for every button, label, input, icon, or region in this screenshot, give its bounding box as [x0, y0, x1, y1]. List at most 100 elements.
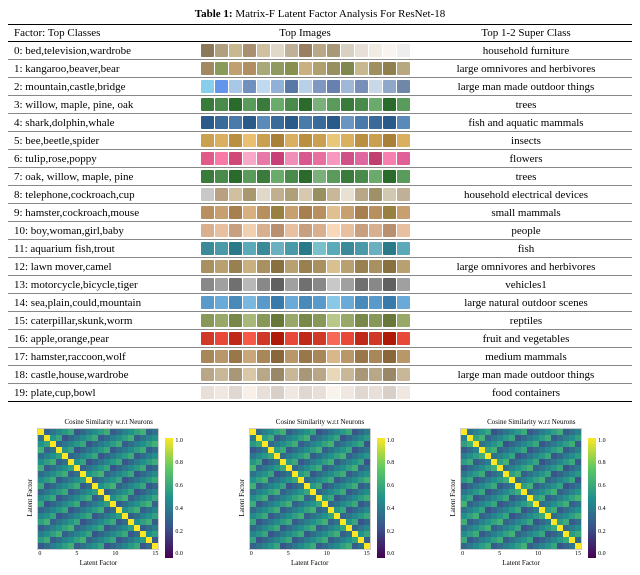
table-row: 6: tulip,rose,poppyflowers — [8, 150, 632, 168]
thumbnail-icon — [299, 242, 312, 255]
thumbnail-icon — [257, 224, 270, 237]
thumbnail-icon — [341, 116, 354, 129]
thumbnail-icon — [229, 62, 242, 75]
colorbar-labels: 1.00.80.60.40.20.0 — [175, 438, 183, 558]
thumbnail-icon — [229, 98, 242, 111]
thumbnail-icon — [201, 170, 214, 183]
heatmap-chart: Cosine Similarity w.r.t NeuronsLatent Fa… — [449, 418, 614, 567]
chart-title: Cosine Similarity w.r.t Neurons — [64, 418, 152, 426]
table-row: 12: lawn mover,camellarge omnivores and … — [8, 258, 632, 276]
thumbnail-icon — [257, 206, 270, 219]
thumbnail-icon — [327, 98, 340, 111]
thumbnail-icon — [271, 314, 284, 327]
thumbnail-icon — [397, 134, 410, 147]
cell-top-images — [190, 42, 420, 60]
cell-super-class: insects — [420, 132, 632, 150]
thumbnail-icon — [285, 350, 298, 363]
heatmap-row: Cosine Similarity w.r.t Neurons Latent Fa… — [8, 418, 632, 567]
thumbnail-icon — [369, 44, 382, 57]
thumbnail-icon — [327, 188, 340, 201]
thumbnail-icon — [257, 62, 270, 75]
colorbar-labels: 1.00.80.60.40.20.0 — [598, 438, 606, 558]
thumbnail-icon — [229, 314, 242, 327]
thumbnail-icon — [327, 224, 340, 237]
thumbnail-icon — [341, 44, 354, 57]
thumbnail-icon — [397, 350, 410, 363]
cell-top-images — [190, 240, 420, 258]
thumbnail-icon — [243, 188, 256, 201]
thumbnail-strip — [196, 386, 414, 399]
thumbnail-icon — [201, 116, 214, 129]
thumbnail-icon — [243, 332, 256, 345]
heatmap-chart: Cosine Similarity w.r.t NeuronsLatent Fa… — [238, 418, 403, 567]
thumbnail-icon — [369, 80, 382, 93]
thumbnail-icon — [313, 62, 326, 75]
table-row: 13: motorcycle,bicycle,tigervehicles1 — [8, 276, 632, 294]
cell-top-images — [190, 384, 420, 402]
chart-xlabel: Latent Factor — [502, 559, 540, 567]
thumbnail-icon — [383, 134, 396, 147]
thumbnail-icon — [285, 80, 298, 93]
thumbnail-icon — [341, 80, 354, 93]
thumbnail-icon — [201, 224, 214, 237]
thumbnail-icon — [369, 224, 382, 237]
thumbnail-icon — [355, 98, 368, 111]
thumbnail-icon — [229, 116, 242, 129]
colorbar — [588, 438, 596, 558]
thumbnail-icon — [285, 314, 298, 327]
thumbnail-icon — [383, 368, 396, 381]
thumbnail-icon — [299, 296, 312, 309]
thumbnail-icon — [397, 242, 410, 255]
thumbnail-icon — [313, 224, 326, 237]
table-row: 8: telephone,cockroach,cuphousehold elec… — [8, 186, 632, 204]
thumbnail-icon — [243, 170, 256, 183]
cell-factor: 19: plate,cup,bowl — [8, 384, 190, 402]
thumbnail-icon — [341, 152, 354, 165]
thumbnail-icon — [215, 332, 228, 345]
thumbnail-icon — [355, 170, 368, 183]
header-super: Top 1-2 Super Class — [420, 25, 632, 42]
thumbnail-icon — [383, 296, 396, 309]
thumbnail-icon — [313, 44, 326, 57]
cell-factor: 16: apple,orange,pear — [8, 330, 190, 348]
thumbnail-strip — [196, 242, 414, 255]
thumbnail-icon — [355, 368, 368, 381]
thumbnail-icon — [201, 386, 214, 399]
thumbnail-icon — [285, 206, 298, 219]
thumbnail-icon — [397, 314, 410, 327]
thumbnail-icon — [243, 386, 256, 399]
cell-factor: 13: motorcycle,bicycle,tiger — [8, 276, 190, 294]
chart-xlabel: Latent Factor — [80, 559, 118, 567]
cell-super-class: fish and aquatic mammals — [420, 114, 632, 132]
thumbnail-icon — [257, 296, 270, 309]
cell-super-class: household furniture — [420, 42, 632, 60]
thumbnail-icon — [215, 296, 228, 309]
table-row: 9: hamster,cockroach,mousesmall mammals — [8, 204, 632, 222]
thumbnail-icon — [243, 350, 256, 363]
thumbnail-icon — [341, 296, 354, 309]
thumbnail-icon — [327, 260, 340, 273]
thumbnail-icon — [369, 368, 382, 381]
thumbnail-icon — [257, 188, 270, 201]
chart-xticks: 051015 — [250, 551, 370, 557]
thumbnail-icon — [257, 134, 270, 147]
thumbnail-icon — [257, 152, 270, 165]
thumbnail-icon — [355, 332, 368, 345]
thumbnail-icon — [215, 170, 228, 183]
thumbnail-icon — [369, 188, 382, 201]
thumbnail-icon — [285, 332, 298, 345]
cell-factor: 11: aquarium fish,trout — [8, 240, 190, 258]
table-caption: Table 1: Matrix-F Latent Factor Analysis… — [8, 8, 632, 20]
thumbnail-icon — [341, 350, 354, 363]
thumbnail-icon — [257, 116, 270, 129]
thumbnail-icon — [341, 98, 354, 111]
chart-ylabel: Latent Factor — [26, 479, 34, 517]
thumbnail-icon — [229, 170, 242, 183]
thumbnail-icon — [299, 314, 312, 327]
thumbnail-icon — [257, 80, 270, 93]
cell-factor: 1: kangaroo,beaver,bear — [8, 60, 190, 78]
thumbnail-icon — [257, 278, 270, 291]
thumbnail-icon — [201, 260, 214, 273]
thumbnail-icon — [271, 116, 284, 129]
thumbnail-icon — [201, 62, 214, 75]
